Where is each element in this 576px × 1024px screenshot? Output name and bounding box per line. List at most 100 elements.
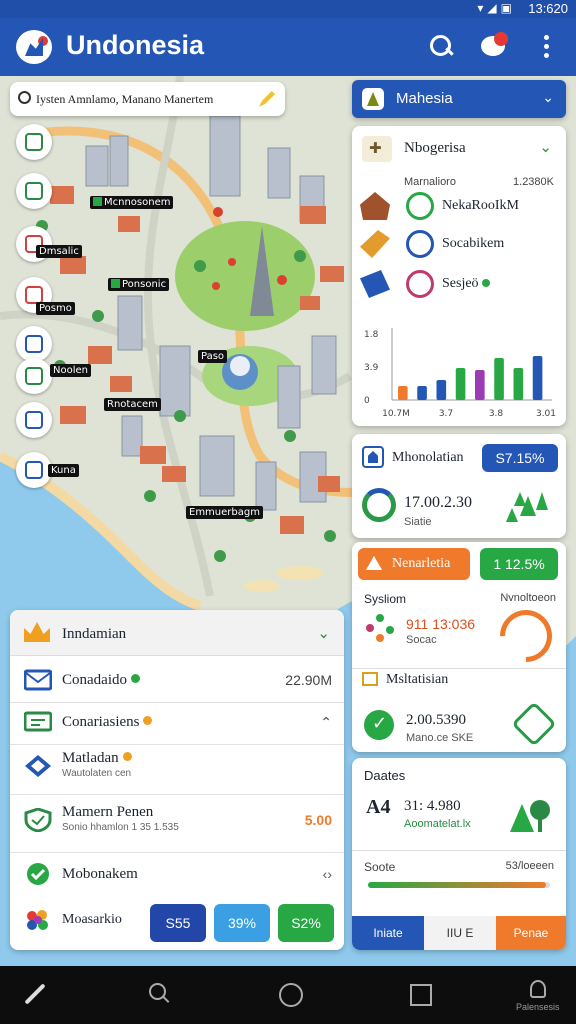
x-tick-label: 3.8 — [489, 409, 504, 419]
stat2-value2-sub: Mano.ce SKE — [406, 732, 474, 744]
metric-button-2[interactable]: 39% — [214, 904, 270, 942]
slider-right-label: 53/loeeen — [505, 860, 554, 872]
shield-icon — [25, 133, 43, 151]
bar — [513, 368, 524, 400]
bar — [455, 368, 466, 400]
overview-item[interactable]: Socabikem — [360, 228, 560, 262]
map-label[interactable]: Rnotacem — [104, 398, 161, 411]
layer-home-button[interactable] — [16, 173, 52, 209]
gauge-icon — [489, 599, 563, 673]
status-time: 13:620 — [528, 1, 568, 16]
home-button[interactable] — [276, 980, 306, 1010]
bar — [494, 358, 504, 400]
map-label[interactable]: Kuna — [48, 464, 79, 477]
chevron-down-icon[interactable]: ⌄ — [539, 138, 552, 156]
stat2-pill[interactable]: 1 12.5% — [480, 548, 558, 580]
stat-panel-3: Daates A4 31: 4.980 Aoomatelat.lx Soote … — [352, 758, 566, 950]
list-item[interactable]: Mobonakem ‹› — [10, 854, 344, 896]
layer-list-button[interactable] — [16, 358, 52, 394]
chevron-down-icon: ⌄ — [542, 89, 554, 105]
region-selector[interactable]: Mahesia ⌄ — [352, 80, 566, 118]
region-selector-label: Mahesia — [396, 90, 453, 107]
expand-icon[interactable]: ‹› — [323, 866, 332, 882]
map-search-bar[interactable] — [10, 82, 285, 116]
bar — [417, 386, 427, 400]
stat-panel-2: Nenarletia 1 12.5% Sysliom Nvnoltoeon 91… — [352, 542, 566, 752]
chat-icon — [24, 711, 52, 732]
map-label[interactable]: Paso — [198, 350, 228, 363]
segment-3[interactable]: Penae — [496, 916, 566, 950]
map-label[interactable]: Mcnnosonem — [90, 196, 174, 209]
layer-location-button[interactable] — [16, 326, 52, 362]
stat2-left-label: Sysliom — [364, 592, 407, 606]
divider — [10, 852, 344, 853]
app-title: Undonesia — [66, 30, 205, 60]
stat2-value2: 2.00.5390 — [406, 712, 466, 728]
list-item-value: 22.90M — [285, 672, 332, 688]
map-label[interactable]: Emmuerbagm — [186, 506, 263, 519]
list-item[interactable]: Conadaido 22.90M — [10, 660, 344, 702]
tools-icon[interactable] — [20, 980, 50, 1010]
notification-dot — [494, 32, 508, 46]
share-icon[interactable]: ⌃ — [320, 714, 332, 731]
warning-icon — [366, 556, 382, 570]
stat1-value: 17.00.2.30 — [404, 494, 472, 511]
app-logo-icon — [16, 30, 52, 64]
square-icon — [362, 672, 378, 686]
segment-2[interactable]: IIU E — [424, 916, 496, 950]
stat3-label: Daates — [364, 768, 406, 783]
segment-1[interactable]: Iniate — [352, 916, 424, 950]
magnifier-icon — [25, 411, 43, 429]
list-icon — [25, 367, 43, 385]
map-label[interactable]: Dmsalic — [36, 245, 82, 258]
bar — [436, 380, 447, 400]
check-icon — [364, 710, 394, 740]
metric-button-3[interactable]: S2% — [278, 904, 334, 942]
tools-icon — [360, 230, 390, 258]
metric-button-1[interactable]: S55 — [150, 904, 206, 942]
check-badge-icon — [406, 192, 434, 220]
dots-icon — [366, 614, 396, 642]
stat3-icon-text: A4 — [366, 796, 391, 818]
layer-shield-button[interactable] — [16, 124, 52, 160]
map-label[interactable]: Noolen — [50, 364, 91, 377]
map-label[interactable]: Ponsonic — [108, 278, 170, 291]
list-item[interactable]: Matladan Wautolaten cen — [10, 746, 344, 788]
bottom-nav-bar: Palensesis — [0, 966, 576, 1024]
bar — [398, 386, 408, 400]
chat-icon[interactable] — [478, 32, 508, 62]
search-icon[interactable] — [426, 32, 456, 62]
progress-slider[interactable] — [368, 882, 550, 888]
link-icon[interactable] — [511, 701, 557, 747]
search-icon[interactable] — [146, 980, 176, 1010]
layer-search-button[interactable] — [16, 402, 52, 438]
bar — [532, 356, 543, 400]
map-label[interactable]: Posmo — [36, 302, 75, 315]
list-panel-header[interactable]: Inndamian ⌄ — [10, 610, 344, 656]
divider — [352, 850, 566, 851]
more-menu-icon[interactable] — [532, 32, 562, 62]
list-item[interactable]: Mamern Penen Sonio hhamlon 1 35 1.535 5.… — [10, 800, 344, 842]
stat2-tag[interactable]: Nenarletia — [358, 548, 470, 580]
status-dot — [143, 716, 153, 725]
profile-icon[interactable] — [530, 980, 546, 998]
online-dot — [131, 674, 140, 683]
overview-subtitle-value: 1.2380K — [513, 176, 554, 188]
list-item-value: 5.00 — [304, 812, 332, 828]
overview-title: Nbogerisa — [404, 140, 466, 156]
y-tick-label: 3.9 — [364, 363, 379, 373]
online-dot — [482, 279, 491, 287]
divider — [10, 794, 344, 795]
status-bar: ▾◢▣ 13:620 — [0, 0, 576, 18]
segmented-control: Iniate IIU E Penae — [352, 916, 566, 950]
overview-item[interactable]: Sesjeö — [360, 268, 560, 302]
edit-icon[interactable] — [259, 91, 275, 107]
stat1-pill[interactable]: S7.15% — [482, 444, 558, 472]
stat3-value: 31: 4.980 — [404, 798, 461, 814]
overview-item[interactable]: NekaRooIkM — [360, 190, 560, 224]
recents-button[interactable] — [406, 980, 436, 1010]
map-search-input[interactable] — [36, 88, 261, 110]
list-item[interactable]: Conariasiens ⌃ — [10, 702, 344, 744]
overview-subtitle: Marnalioro — [404, 176, 456, 188]
layer-bus-button[interactable] — [16, 452, 52, 488]
